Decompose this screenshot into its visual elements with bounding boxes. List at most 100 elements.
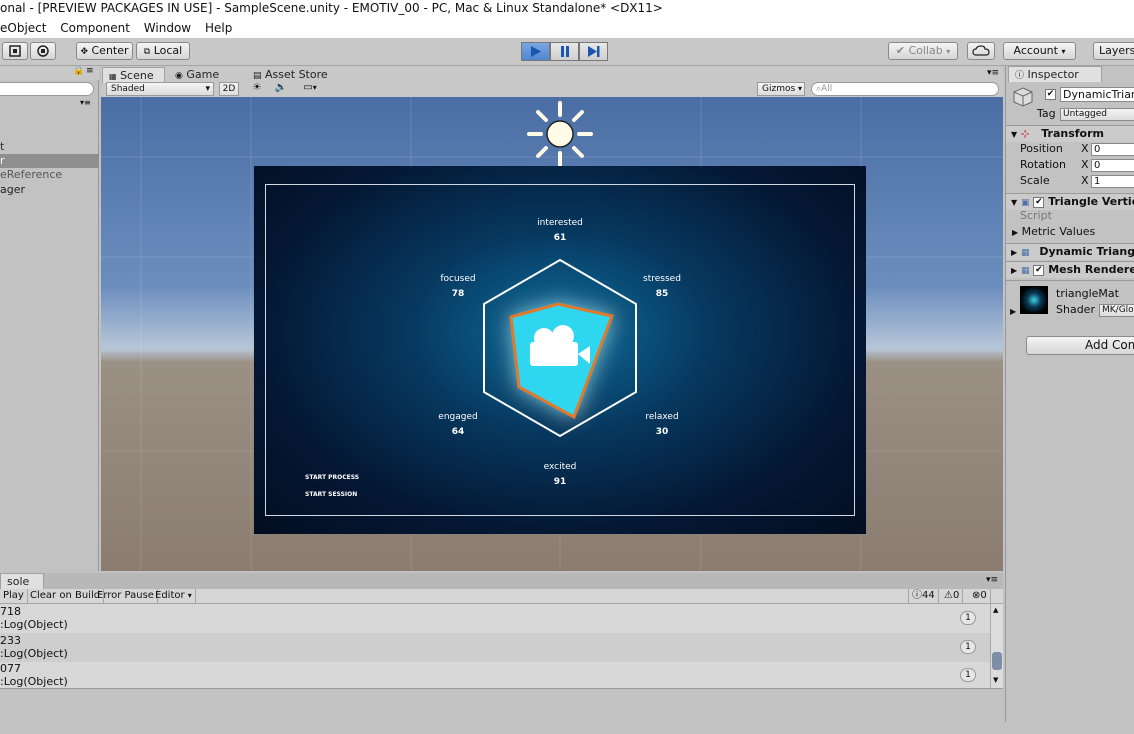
metric-label: relaxed bbox=[645, 412, 679, 422]
metrics-hexagon-chart bbox=[483, 258, 637, 438]
layers-dropdown[interactable]: Layers bbox=[1093, 42, 1134, 60]
log-count-toggle[interactable]: ⓘ44 bbox=[908, 589, 939, 604]
position-x-field[interactable]: 0 bbox=[1091, 143, 1134, 156]
metric-focused: focused 78 bbox=[418, 272, 498, 302]
rect-tool-button[interactable] bbox=[2, 42, 28, 60]
dynamic-triangle-title: Dynamic Triang bbox=[1039, 245, 1134, 258]
metric-values-foldout[interactable]: ▶ Metric Values bbox=[1012, 225, 1134, 238]
effects-dropdown[interactable]: ▭▾ bbox=[295, 82, 325, 96]
log-entry[interactable]: 077 :Log(Object) 1 bbox=[0, 661, 990, 690]
menu-gameobject[interactable]: eObject bbox=[0, 21, 46, 35]
metric-label: interested bbox=[537, 218, 583, 228]
step-button[interactable] bbox=[579, 42, 608, 61]
pivot-local-button[interactable]: ⧉ Local bbox=[136, 42, 190, 60]
rotation-x-field[interactable]: 0 bbox=[1091, 159, 1134, 172]
tab-game[interactable]: ◉ Game bbox=[169, 67, 225, 83]
collab-dropdown[interactable]: ✔ Collab ▾ bbox=[888, 42, 958, 60]
console-tab-bar: sole ▾≡ bbox=[0, 573, 1003, 589]
menu-window[interactable]: Window bbox=[144, 21, 191, 35]
panel-menu-icon[interactable]: ▾≡ bbox=[986, 575, 998, 585]
scroll-up-icon[interactable]: ▲ bbox=[993, 606, 998, 614]
menu-help[interactable]: Help bbox=[205, 21, 232, 35]
log-entry[interactable]: 233 :Log(Object) 1 bbox=[0, 633, 990, 662]
transform-tool-button[interactable] bbox=[30, 42, 56, 60]
transform-header[interactable]: ▼ ⊹ Transform bbox=[1006, 125, 1134, 142]
toggle-2d-button[interactable]: 2D bbox=[219, 82, 239, 96]
editor-dropdown[interactable]: Editor ▾ bbox=[152, 589, 196, 604]
start-process-button[interactable]: START PROCESS bbox=[305, 474, 359, 481]
log-line-2: :Log(Object) bbox=[0, 618, 68, 631]
tab-scene[interactable]: ▦ Scene bbox=[102, 67, 165, 83]
mesh-renderer-header[interactable]: ▶ ▦ ✔ Mesh Renderer bbox=[1006, 261, 1134, 278]
active-checkbox[interactable]: ✔ bbox=[1045, 89, 1056, 100]
scale-x-field[interactable]: 1 bbox=[1091, 175, 1134, 188]
sun-gizmo-icon[interactable] bbox=[527, 101, 593, 167]
gizmos-dropdown[interactable]: Gizmos ▾ bbox=[757, 82, 805, 96]
hierarchy-item-selected[interactable]: r bbox=[0, 154, 99, 168]
scene-menu-icon[interactable]: ▾≡ bbox=[80, 98, 91, 107]
add-component-button[interactable]: Add Com bbox=[1026, 336, 1134, 355]
scene-view[interactable]: interested 61 stressed 85 relaxed 30 exc… bbox=[101, 97, 1003, 571]
hierarchy-item[interactable]: eReference bbox=[0, 168, 99, 182]
shading-mode-dropdown[interactable]: Shaded ▾ bbox=[106, 82, 214, 96]
error-pause-toggle[interactable]: Error Pause bbox=[94, 589, 158, 604]
metric-excited: excited 91 bbox=[520, 460, 600, 490]
enabled-checkbox[interactable]: ✔ bbox=[1033, 196, 1045, 208]
triangle-vertices-header[interactable]: ▼ ▣ ✔ Triangle Vertice bbox=[1006, 193, 1134, 210]
play-button[interactable] bbox=[521, 42, 550, 61]
hierarchy-tab-bar: 🔒 ≡ bbox=[0, 66, 99, 80]
tab-asset-store-label: Asset Store bbox=[265, 68, 328, 81]
clear-on-play-toggle[interactable]: Play bbox=[0, 589, 28, 604]
enabled-checkbox[interactable]: ✔ bbox=[1033, 264, 1045, 276]
editor-label: Editor bbox=[155, 590, 185, 601]
tab-inspector-label: Inspector bbox=[1027, 68, 1079, 81]
hierarchy-item[interactable]: ager bbox=[0, 183, 99, 197]
metric-value: 61 bbox=[553, 233, 567, 243]
triangle-vertices-title: Triangle Vertice bbox=[1048, 195, 1134, 208]
audio-toggle-button[interactable]: 🔈 bbox=[271, 82, 291, 96]
triangle-right-icon[interactable]: ▶ bbox=[1010, 307, 1016, 316]
dynamic-triangle-header[interactable]: ▶ ▦ Dynamic Triang bbox=[1006, 243, 1134, 260]
lighting-toggle-button[interactable]: ☀ bbox=[247, 82, 267, 96]
clear-on-build-toggle[interactable]: Clear on Build bbox=[27, 589, 105, 604]
pause-button[interactable] bbox=[550, 42, 579, 61]
log-entry[interactable]: 718 :Log(Object) 1 bbox=[0, 604, 990, 633]
lock-icon[interactable]: 🔒 bbox=[73, 66, 84, 76]
error-count-toggle[interactable]: ⊗0 bbox=[969, 589, 991, 604]
component-icon: ▦ bbox=[1021, 248, 1030, 258]
scrollbar-thumb[interactable] bbox=[992, 652, 1002, 670]
tab-inspector[interactable]: ⓘ Inspector bbox=[1008, 66, 1102, 82]
hierarchy-panel: 🔒 ≡ ▾≡ t r eReference ager bbox=[0, 66, 99, 571]
mesh-icon: ▦ bbox=[1021, 266, 1030, 276]
log-line-1: 718 bbox=[0, 605, 21, 618]
shader-dropdown[interactable]: MK/Glo bbox=[1099, 304, 1134, 317]
search-placeholder: All bbox=[821, 84, 833, 94]
hierarchy-search-input[interactable] bbox=[0, 82, 94, 96]
metric-value: 64 bbox=[451, 427, 465, 437]
panel-menu-icon[interactable]: ▾≡ bbox=[987, 68, 999, 78]
gamepad-icon: ◉ bbox=[175, 71, 183, 81]
hierarchy-item[interactable]: t bbox=[0, 140, 99, 154]
scroll-down-icon[interactable]: ▼ bbox=[993, 676, 998, 684]
step-icon bbox=[588, 46, 600, 57]
tag-dropdown[interactable]: Untagged bbox=[1060, 108, 1134, 121]
menu-lines-icon[interactable]: ≡ bbox=[86, 66, 94, 76]
account-dropdown[interactable]: Account ▾ bbox=[1003, 42, 1076, 60]
menu-component[interactable]: Component bbox=[60, 21, 130, 35]
warning-count-toggle[interactable]: ⚠0 bbox=[941, 589, 964, 604]
chevron-down-icon: ▾ bbox=[205, 84, 210, 94]
chevron-down-icon: ▾ bbox=[798, 84, 803, 93]
console-scrollbar[interactable]: ▲ ▼ bbox=[990, 604, 1003, 688]
tab-asset-store[interactable]: ▤ Asset Store bbox=[247, 67, 334, 83]
log-collapse-count: 1 bbox=[960, 640, 976, 654]
start-session-button[interactable]: START SESSION bbox=[305, 491, 357, 498]
triangle-right-icon: ▶ bbox=[1011, 266, 1018, 275]
cloud-button[interactable] bbox=[967, 42, 995, 60]
object-name-field[interactable]: DynamicTriang bbox=[1060, 87, 1134, 102]
pivot-center-button[interactable]: ✥ Center bbox=[76, 42, 133, 60]
console-log-list: 718 :Log(Object) 1 233 :Log(Object) 1 07… bbox=[0, 604, 990, 688]
tab-console[interactable]: sole bbox=[0, 573, 44, 589]
log-count: 44 bbox=[922, 590, 935, 601]
transform-title: Transform bbox=[1041, 127, 1104, 140]
scene-search-input[interactable]: ⌕All bbox=[811, 82, 999, 96]
